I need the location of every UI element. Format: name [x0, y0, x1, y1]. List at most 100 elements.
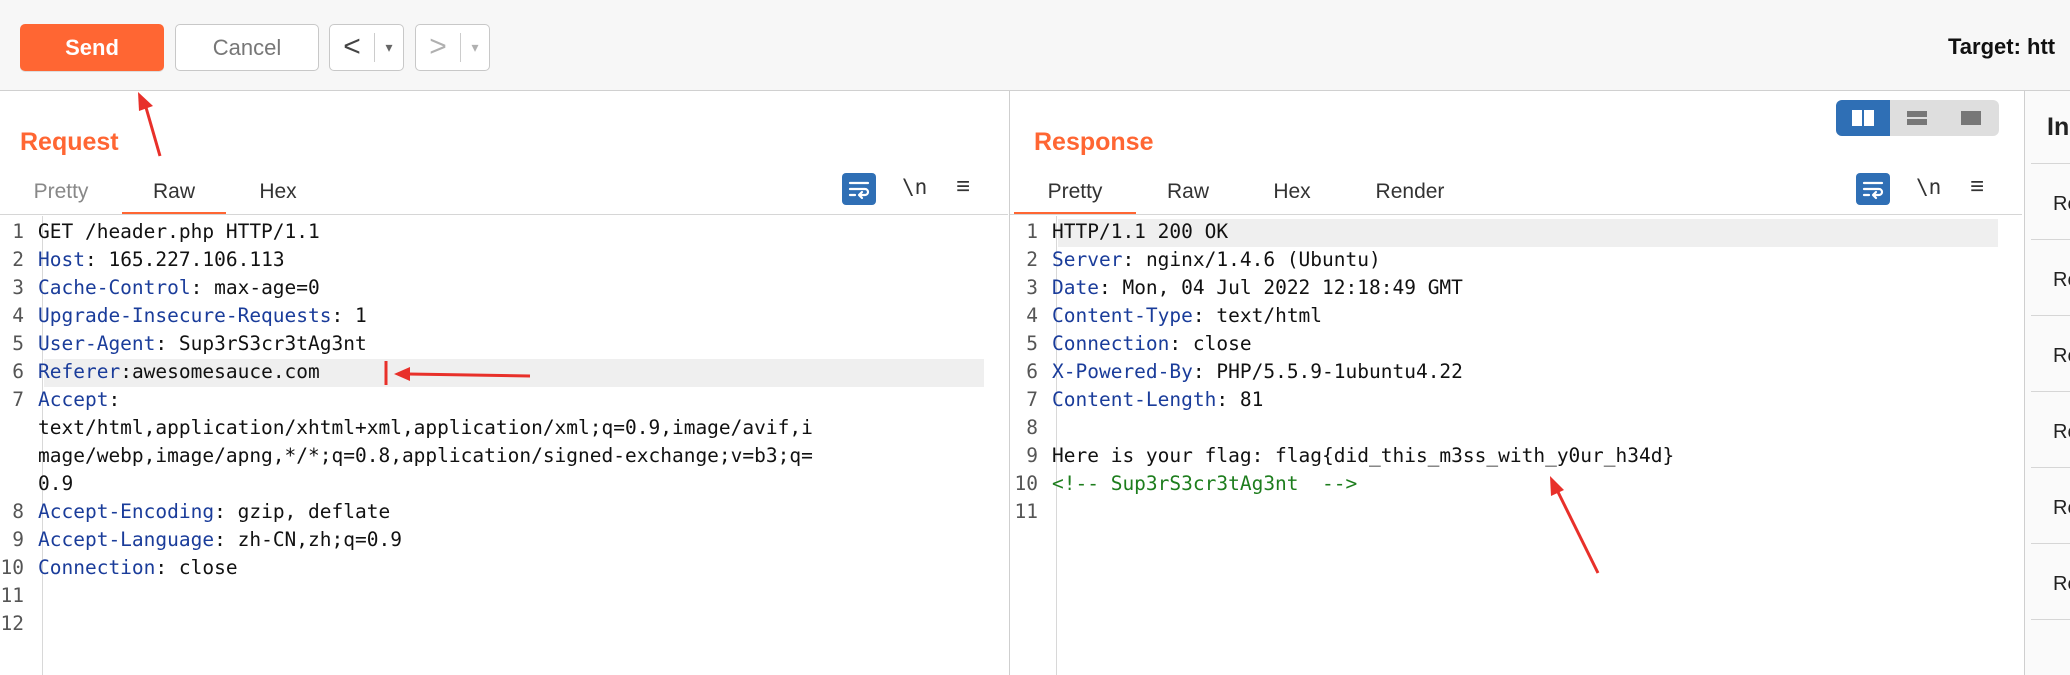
tab-response-render[interactable]: Render	[1360, 172, 1460, 212]
line-number: 6	[12, 360, 24, 383]
code-text: Connection: close	[1052, 330, 1252, 358]
menu-icon[interactable]: ≡	[1970, 173, 1984, 201]
cancel-button[interactable]: Cancel	[175, 24, 319, 71]
divider	[2031, 315, 2070, 316]
code-text: Upgrade-Insecure-Requests: 1	[38, 302, 367, 330]
newline-toggle-icon[interactable]: \n	[1916, 175, 1941, 199]
tab-response-hex[interactable]: Hex	[1252, 172, 1332, 212]
line-number: 10	[0, 556, 24, 579]
line-number: 12	[0, 612, 24, 635]
divider	[2031, 239, 2070, 240]
code-text: HTTP/1.1 200 OK	[1052, 218, 1228, 246]
back-dropdown-icon[interactable]: ▾	[376, 25, 402, 70]
layout-stacked-icon[interactable]	[1890, 100, 1944, 136]
header-value: 165.227.106.113	[108, 248, 285, 271]
code-text: Host: 165.227.106.113	[38, 246, 285, 274]
line-number: 8	[12, 500, 24, 523]
back-arrow-icon[interactable]: <	[334, 25, 370, 70]
send-button[interactable]: Send	[20, 24, 164, 71]
header-key: Cache-Control	[38, 276, 191, 299]
header-separator: :	[214, 528, 238, 551]
code-text: Accept-Encoding: gzip, deflate	[38, 498, 390, 526]
history-forward-group[interactable]: > ▾	[415, 24, 490, 71]
tab-response-raw[interactable]: Raw	[1148, 172, 1228, 212]
header-key: Accept-Encoding	[38, 500, 215, 523]
line-number: 3	[1026, 276, 1038, 299]
code-text: Here is your flag: flag{did_this_m3ss_wi…	[1052, 442, 1674, 470]
header-key: X-Powered-By	[1052, 360, 1193, 383]
header-separator: :	[1169, 332, 1193, 355]
inspector-row[interactable]: Re	[2053, 269, 2070, 292]
header-separator: :	[1192, 304, 1217, 327]
arrow-to-flag-icon	[1550, 476, 1600, 574]
line-number: 1	[1026, 220, 1038, 243]
layout-toggle[interactable]	[1836, 100, 1999, 136]
header-key: Referer	[38, 360, 121, 383]
header-value: Mon, 04 Jul 2022 12:18:49 GMT	[1122, 276, 1463, 299]
header-value: 1	[354, 304, 367, 327]
code-text: <!-- Sup3rS3cr3tAg3nt -->	[1052, 470, 1357, 498]
divider	[2031, 391, 2070, 392]
header-separator: :	[1098, 276, 1123, 299]
inspector-row[interactable]: Re	[2053, 345, 2070, 368]
header-key: Accept	[38, 388, 109, 411]
header-value: zh-CN,zh;q=0.9	[237, 528, 402, 551]
line-number	[0, 442, 24, 470]
toolbar: Send Cancel < ▾ > ▾ Target: htt	[0, 0, 2070, 91]
line-number: 10	[1014, 472, 1038, 495]
header-value: nginx/1.4.6 (Ubuntu)	[1145, 248, 1381, 271]
header-separator: :	[108, 388, 121, 411]
header-value: awesomesauce.com	[131, 360, 320, 383]
newline-toggle-icon[interactable]: \n	[902, 175, 927, 199]
line-number	[0, 470, 24, 498]
divider	[374, 33, 375, 62]
code-content: Here is your flag: flag{did_this_m3ss_wi…	[1052, 444, 1675, 467]
forward-arrow-icon[interactable]: >	[420, 25, 456, 70]
tabs-underline	[1010, 214, 2022, 215]
tab-request-pretty[interactable]: Pretty	[20, 172, 102, 212]
line-number: 8	[1026, 416, 1038, 439]
code-text: Content-Length: 81	[1052, 386, 1263, 414]
code-text: text/html,application/xhtml+xml,applicat…	[38, 414, 813, 442]
line-number: 3	[12, 276, 24, 299]
code-text: User-Agent: Sup3rS3cr3tAg3nt	[38, 330, 367, 358]
tab-request-raw[interactable]: Raw	[122, 172, 226, 215]
code-content: text/html,application/xhtml+xml,applicat…	[38, 416, 813, 439]
wrap-lines-icon[interactable]	[1856, 173, 1890, 205]
divider	[460, 33, 461, 62]
inspector-row[interactable]: Re	[2053, 497, 2070, 520]
tabs-underline	[0, 214, 1008, 215]
line-number: 6	[1026, 360, 1038, 383]
menu-icon[interactable]: ≡	[956, 173, 970, 201]
header-separator: :	[190, 276, 215, 299]
history-back-group[interactable]: < ▾	[329, 24, 404, 71]
code-text: Cache-Control: max-age=0	[38, 274, 320, 302]
header-value: Sup3rS3cr3tAg3nt	[178, 332, 367, 355]
header-value: close	[1192, 332, 1252, 355]
divider	[2031, 543, 2070, 544]
wrap-lines-icon[interactable]	[842, 173, 876, 205]
arrow-to-send-icon	[138, 92, 162, 157]
layout-tabs-icon[interactable]	[1944, 100, 1998, 136]
inspector-row[interactable]: Re	[2053, 421, 2070, 444]
line-number: 9	[1026, 444, 1038, 467]
request-title: Request	[20, 128, 119, 156]
inspector-row[interactable]: Re	[2053, 193, 2070, 216]
line-number: 2	[12, 248, 24, 271]
code-text: Accept-Language: zh-CN,zh;q=0.9	[38, 526, 402, 554]
response-title: Response	[1034, 128, 1154, 156]
layout-side-by-side-icon[interactable]	[1836, 100, 1890, 136]
inspector-row[interactable]: Re	[2053, 573, 2070, 596]
line-number: 4	[1026, 304, 1038, 327]
header-value: PHP/5.5.9-1ubuntu4.22	[1216, 360, 1463, 383]
header-separator: :	[331, 304, 355, 327]
target-label[interactable]: Target: htt	[1948, 34, 2055, 60]
code-content: HTTP/1.1 200 OK	[1052, 220, 1229, 243]
header-separator: :	[1122, 248, 1146, 271]
tab-request-hex[interactable]: Hex	[238, 172, 318, 212]
header-separator: :	[214, 500, 238, 523]
header-value: max-age=0	[214, 276, 320, 299]
forward-dropdown-icon[interactable]: ▾	[462, 25, 488, 70]
tab-response-pretty[interactable]: Pretty	[1014, 172, 1136, 215]
line-number: 5	[1026, 332, 1038, 355]
